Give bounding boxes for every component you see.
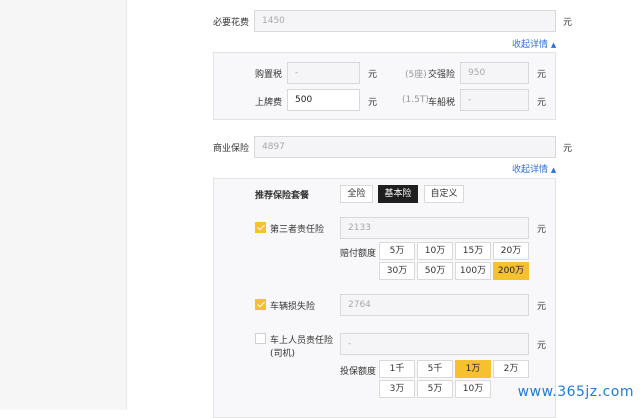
commercial-insurance-field[interactable]: 4897	[254, 136, 556, 158]
vehicle-damage-unit: 元	[537, 302, 547, 312]
compulsory-insurance-label: 交强险	[428, 70, 456, 80]
passenger-field[interactable]: -	[340, 333, 529, 355]
caret-up-icon: ▲	[550, 166, 557, 174]
commercial-collapse-link[interactable]: 收起详情 ▲	[512, 162, 556, 175]
passenger-amount-label: 投保额度	[340, 367, 377, 377]
passenger-label: 车上人员责任险	[270, 336, 334, 346]
amount-option[interactable]: 100万	[455, 262, 491, 280]
required-fees-field[interactable]: 1450	[254, 10, 556, 32]
required-fees-collapse-link[interactable]: 收起详情 ▲	[512, 37, 556, 50]
caret-up-icon: ▲	[550, 41, 557, 49]
engine-note: (1.5T)	[402, 95, 429, 105]
third-party-field[interactable]: 2133	[340, 217, 529, 239]
amount-option[interactable]: 1千	[379, 360, 415, 378]
required-fees-unit: 元	[563, 18, 573, 28]
amount-option[interactable]: 10万	[455, 380, 491, 398]
amount-option[interactable]: 30万	[379, 262, 415, 280]
collapse-label: 收起详情	[512, 40, 549, 50]
site-watermark: www.365jz.com	[517, 384, 634, 400]
license-fee-unit: 元	[368, 98, 378, 108]
package-label: 推荐保险套餐	[255, 191, 310, 201]
compulsory-insurance-unit: 元	[537, 70, 547, 80]
package-custom-button[interactable]: 自定义	[424, 185, 464, 203]
vehicle-tax-label: 车船税	[428, 98, 456, 108]
vehicle-tax-field[interactable]: -	[460, 89, 529, 111]
vehicle-damage-checkbox[interactable]	[255, 299, 266, 310]
required-fees-label: 必要花费	[213, 18, 250, 28]
amount-option[interactable]: 5万	[417, 380, 453, 398]
gutter-divider	[126, 0, 127, 410]
vehicle-damage-label: 车辆损失险	[270, 302, 316, 312]
purchase-tax-unit: 元	[368, 70, 378, 80]
amount-option[interactable]: 10万	[417, 242, 453, 260]
purchase-tax-label: 购置税	[255, 70, 283, 80]
passenger-checkbox[interactable]	[255, 333, 266, 344]
third-party-label: 第三者责任险	[270, 225, 325, 235]
vehicle-tax-unit: 元	[537, 98, 547, 108]
collapse-label: 收起详情	[512, 165, 549, 175]
license-fee-input[interactable]: 500	[287, 89, 360, 111]
license-fee-label: 上牌费	[255, 98, 283, 108]
package-basic-button[interactable]: 基本险	[378, 185, 418, 203]
commercial-insurance-label: 商业保险	[213, 144, 250, 154]
left-gutter	[0, 0, 126, 410]
amount-option[interactable]: 20万	[493, 242, 529, 260]
third-party-amount-label: 赔付额度	[340, 249, 377, 259]
purchase-tax-field[interactable]: -	[287, 62, 360, 84]
amount-option[interactable]: 5万	[379, 242, 415, 260]
commercial-insurance-unit: 元	[563, 144, 573, 154]
package-full-button[interactable]: 全险	[340, 185, 373, 203]
third-party-checkbox[interactable]	[255, 222, 266, 233]
amount-option[interactable]: 5千	[417, 360, 453, 378]
seat-note: (5座)	[405, 70, 427, 80]
passenger-unit: 元	[537, 341, 547, 351]
amount-option-selected[interactable]: 200万	[493, 262, 529, 280]
compulsory-insurance-field[interactable]: 950	[460, 62, 529, 84]
amount-option[interactable]: 3万	[379, 380, 415, 398]
amount-option-selected[interactable]: 1万	[455, 360, 491, 378]
amount-option[interactable]: 50万	[417, 262, 453, 280]
third-party-unit: 元	[537, 225, 547, 235]
vehicle-damage-field[interactable]: 2764	[340, 294, 529, 316]
amount-option[interactable]: 15万	[455, 242, 491, 260]
amount-option[interactable]: 2万	[493, 360, 529, 378]
passenger-label-note: (司机)	[270, 349, 296, 359]
